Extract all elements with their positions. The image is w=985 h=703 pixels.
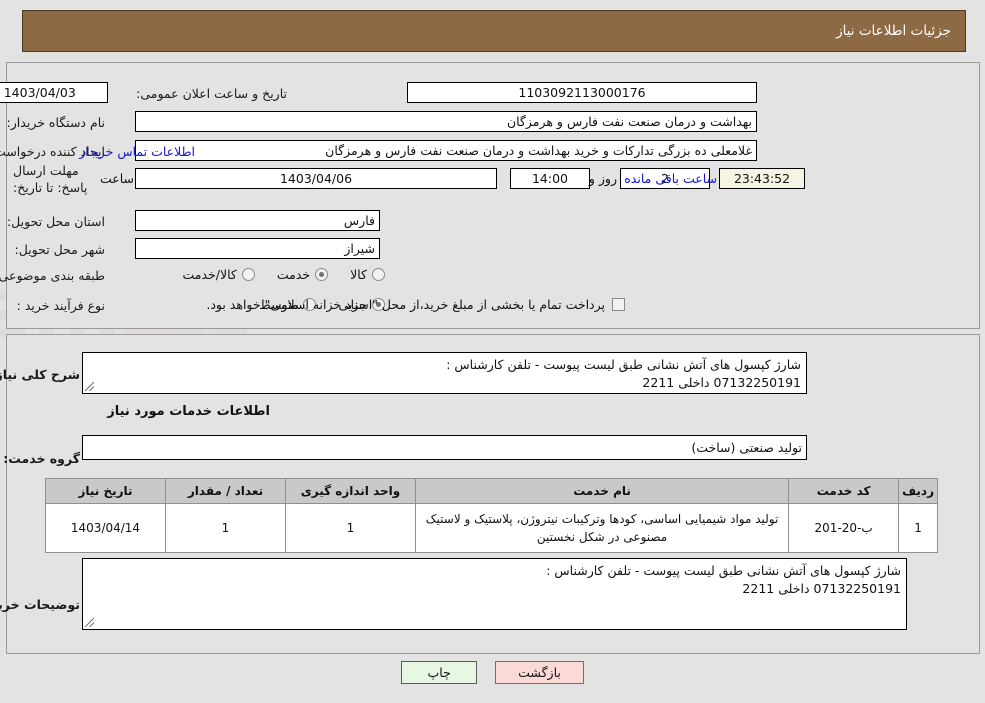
creator-field[interactable]: غلامعلی ده بزرگی تدارکات و خرید بهداشت و… [135, 139, 757, 161]
category-radio-group: کالا خدمت کالا/خدمت [160, 262, 385, 286]
category-option-kala-khedmat[interactable]: کالا/خدمت [182, 266, 255, 282]
buyer-contact-link-row: اطلاعات تماس خریدار [79, 139, 195, 163]
city-label: شهر محل تحویل: [14, 241, 105, 257]
checkbox-icon-treasury[interactable] [612, 297, 625, 311]
col-need-date: تاریخ نیاز [45, 478, 166, 504]
treasury-checkbox-label: پرداخت تمام یا بخشی از مبلغ خرید،از محل … [206, 296, 605, 312]
countdown-field: 23:43:52 [719, 167, 805, 189]
deadline-hour-word-row: ساعت [100, 166, 134, 190]
buyer-org-label: نام دستگاه خریدار: [6, 114, 105, 130]
buyer-notes-textarea[interactable]: شارژ کپسول های آتش نشانی طبق لیست پیوست … [82, 558, 907, 630]
city-field[interactable]: شیراز [135, 237, 380, 259]
category-label-row: طبقه بندی موضوعی: [0, 263, 105, 287]
service-group-field-row: تولید صنعتی (ساخت) [82, 434, 807, 460]
services-table: ردیف کد خدمت نام خدمت واحد اندازه گیری ت… [45, 478, 938, 553]
announce-datetime-label-row: تاریخ و ساعت اعلان عمومی: [136, 81, 287, 105]
cell-need-date: 1403/04/14 [45, 503, 166, 553]
cell-index: 1 [898, 503, 938, 553]
col-unit: واحد اندازه گیری [285, 478, 416, 504]
province-label-row: استان محل تحویل: [7, 209, 105, 233]
creator-field-row: غلامعلی ده بزرگی تدارکات و خرید بهداشت و… [135, 138, 757, 162]
category-option-kala[interactable]: کالا [350, 267, 385, 282]
days-word-row: روز و [589, 166, 617, 190]
deadline-time-field[interactable]: 14:00 [510, 167, 590, 189]
buyer-org-field-row: بهداشت و درمان صنعت نفت فارس و هرمزگان [135, 109, 757, 133]
deadline-date-field-row: 1403/04/06 [135, 166, 497, 190]
category-option-kala-label: کالا [350, 266, 367, 282]
col-quantity: تعداد / مقدار [165, 478, 286, 504]
action-button-bar: بازگشت چاپ [0, 661, 985, 684]
treasury-checkbox-row[interactable]: پرداخت تمام یا بخشی از مبلغ خرید،از محل … [206, 292, 625, 316]
page-root: AriaTender.net جزئیات اطلاعات نیاز شماره… [0, 0, 985, 703]
purchase-type-label-row: نوع فرآیند خرید : [17, 293, 105, 317]
announce-datetime-field-row: 1403/04/03 - 13:17 [0, 80, 108, 104]
radio-icon-kala[interactable] [372, 267, 385, 281]
province-label: استان محل تحویل: [6, 213, 105, 229]
buyer-org-field[interactable]: بهداشت و درمان صنعت نفت فارس و هرمزگان [135, 110, 757, 132]
services-table-wrap: ردیف کد خدمت نام خدمت واحد اندازه گیری ت… [45, 478, 938, 553]
back-button[interactable]: بازگشت [495, 661, 584, 684]
province-field-row: فارس [135, 208, 380, 232]
countdown-field-row: 23:43:52 [719, 166, 805, 190]
cell-quantity: 1 [165, 503, 286, 553]
print-button[interactable]: چاپ [401, 661, 478, 684]
radio-icon-kala-khedmat[interactable] [241, 267, 255, 281]
days-word: روز و [588, 170, 617, 186]
need-number-field-row: 1103092113000176 [407, 80, 757, 104]
category-label: طبقه بندی موضوعی: [0, 267, 105, 283]
radio-icon-khedmat[interactable] [315, 267, 329, 281]
remaining-suffix-label: ساعت باقی مانده [624, 170, 717, 186]
col-index: ردیف [898, 478, 938, 504]
services-section-title: اطلاعات خدمات مورد نیاز [107, 404, 270, 419]
col-name: نام خدمت [414, 478, 790, 504]
purchase-type-label: نوع فرآیند خرید : [16, 297, 105, 313]
city-field-row: شیراز [135, 236, 380, 260]
general-desc-label: شرح کلی نیاز: [0, 366, 80, 382]
general-desc-label-row: شرح کلی نیاز: [0, 362, 80, 386]
category-option-kala-khedmat-label: کالا/خدمت [182, 266, 237, 282]
category-option-khedmat[interactable]: خدمت [276, 266, 329, 282]
page-title-text: جزئیات اطلاعات نیاز [836, 23, 951, 39]
buyer-org-label-row: نام دستگاه خریدار: [7, 110, 105, 134]
general-desc-textarea[interactable]: شارژ کپسول های آتش نشانی طبق لیست پیوست … [82, 352, 807, 394]
city-label-row: شهر محل تحویل: [15, 237, 105, 261]
need-number-field[interactable]: 1103092113000176 [407, 81, 757, 103]
table-header-row: ردیف کد خدمت نام خدمت واحد اندازه گیری ت… [45, 478, 938, 504]
deadline-label-row: مهلت ارسال پاسخ: تا تاریخ: [13, 163, 105, 201]
cell-code: ب-20-201 [788, 503, 900, 553]
cell-unit: 1 [285, 503, 416, 553]
category-option-khedmat-label: خدمت [276, 266, 311, 282]
service-group-label-row: گروه خدمت: [3, 446, 80, 470]
deadline-label: مهلت ارسال پاسخ: تا تاریخ: [13, 163, 88, 195]
buyer-contact-link[interactable]: اطلاعات تماس خریدار [79, 144, 195, 159]
announce-datetime-field[interactable]: 1403/04/03 - 13:17 [0, 81, 108, 103]
deadline-date-field[interactable]: 1403/04/06 [135, 167, 497, 189]
buyer-notes-label-row: توضیحات خریدار: [0, 592, 80, 616]
col-code: کد خدمت [788, 478, 900, 504]
page-title: جزئیات اطلاعات نیاز [22, 10, 966, 52]
table-row: 1 ب-20-201 تولید مواد شیمیایی اساسی، کود… [45, 503, 938, 553]
announce-datetime-label: تاریخ و ساعت اعلان عمومی: [136, 85, 287, 101]
service-group-field[interactable]: تولید صنعتی (ساخت) [82, 434, 807, 460]
deadline-time-field-row: 14:00 [510, 166, 590, 190]
remaining-suffix-row: ساعت باقی مانده [624, 166, 717, 190]
buyer-notes-label: توضیحات خریدار: [0, 596, 80, 612]
deadline-hour-word: ساعت [99, 170, 134, 186]
service-group-label: گروه خدمت: [3, 450, 80, 466]
province-field[interactable]: فارس [135, 209, 380, 231]
cell-name: تولید مواد شیمیایی اساسی، کودها وترکیبات… [414, 503, 790, 553]
